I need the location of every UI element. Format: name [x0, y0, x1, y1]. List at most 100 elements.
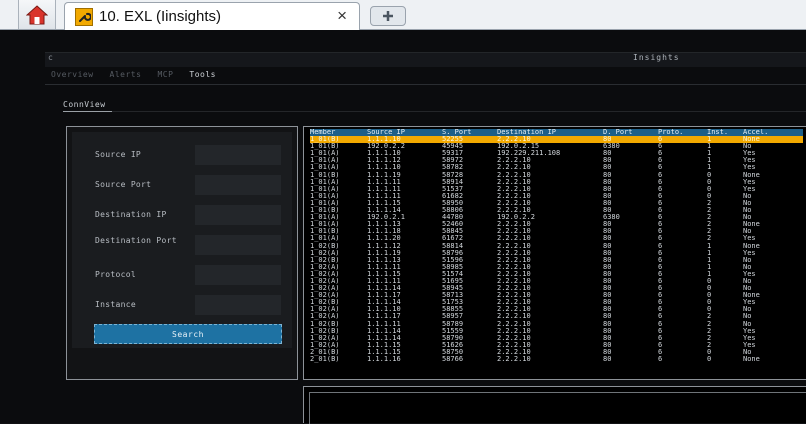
- table-cell: 2.2.2.10: [497, 221, 531, 229]
- table-cell: 192.0.2.15: [497, 143, 540, 151]
- table-cell: 2.2.2.10: [497, 185, 531, 193]
- table-row[interactable]: 1_02(A) 1.1.1.11 51695 2.2.2.10 80 6 0 No: [310, 278, 803, 285]
- table-cell: No: [743, 228, 752, 236]
- table-cell: 1.1.1.10: [367, 164, 401, 172]
- table-row[interactable]: 1_02(A) 1.1.1.19 58796 2.2.2.10 80 6 1 Yes: [310, 250, 803, 257]
- home-tab[interactable]: [18, 0, 56, 29]
- table-cell: 2.2.2.10: [497, 136, 603, 144]
- table-cell: 58750: [442, 348, 464, 356]
- table-row[interactable]: 1_01(A) 1.1.1.10 59317 192.229.211.108 80 6 1 Y…: [310, 150, 803, 157]
- table-cell: 2.2.2.10: [497, 270, 531, 278]
- close-icon[interactable]: ×: [337, 6, 347, 26]
- table-cell: 51574: [442, 270, 464, 278]
- column-header-source-port[interactable]: S. Port: [442, 129, 497, 136]
- table-cell: 51559: [442, 327, 464, 335]
- instance-input[interactable]: [195, 295, 281, 315]
- table-row[interactable]: 1_01(A) 1.1.1.11 61682 2.2.2.10 80 6 0 No: [310, 193, 803, 200]
- table-cell: 58796: [442, 249, 464, 257]
- table-cell: 2: [707, 313, 712, 321]
- table-cell: 1.1.1.17: [367, 313, 401, 321]
- table-cell: 1_02(A): [310, 313, 340, 321]
- table-cell: 61672: [442, 235, 464, 243]
- table-cell: 51626: [442, 341, 464, 349]
- table-cell: 58950: [442, 199, 464, 207]
- column-header-instance[interactable]: Inst.: [707, 129, 743, 136]
- table-row[interactable]: 2_01(B) 1.1.1.15 58750 2.2.2.10 80 6 0 No: [310, 349, 803, 356]
- table-cell: 1.1.1.15: [367, 348, 401, 356]
- table-cell: 80: [603, 171, 612, 179]
- table-row[interactable]: 1_02(A) 1.1.1.14 58945 2.2.2.10 80 6 0 No: [310, 285, 803, 292]
- table-row[interactable]: 1_02(A) 1.1.1.17 58713 2.2.2.10 80 6 0 None: [310, 292, 803, 299]
- table-cell: 1.1.1.14: [367, 207, 401, 215]
- new-tab-button[interactable]: [370, 6, 406, 26]
- active-browser-tab[interactable]: 10. EXL (Iinsights) ×: [64, 2, 360, 30]
- table-cell: Yes: [743, 299, 756, 307]
- column-header-member[interactable]: Member: [310, 129, 367, 136]
- destination-ip-label: Destination IP: [95, 210, 167, 219]
- destination-ip-input[interactable]: [195, 205, 281, 225]
- table-row[interactable]: 1_01(B) 1.1.1.18 58845 2.2.2.10 80 6 2 No: [310, 228, 803, 235]
- table-row[interactable]: 1_01(A) 1.1.1.11 58914 2.2.2.10 80 6 0 Yes: [310, 179, 803, 186]
- table-row[interactable]: 1_01(A) 1.1.1.20 61672 2.2.2.10 80 6 2 Yes: [310, 235, 803, 242]
- nav-tools[interactable]: Tools: [189, 70, 216, 82]
- column-header-destination-ip[interactable]: Destination IP: [497, 129, 603, 136]
- table-cell: No: [743, 285, 752, 293]
- table-cell: 0: [707, 185, 712, 193]
- protocol-input[interactable]: [195, 265, 281, 285]
- table-cell: 0: [707, 292, 712, 300]
- table-cell: 1_02(A): [310, 306, 340, 314]
- table-cell: 2.2.2.10: [497, 178, 531, 186]
- source-port-input[interactable]: [195, 175, 281, 195]
- table-cell: 1.1.1.20: [367, 235, 401, 243]
- column-header-acceleration[interactable]: Accel.: [743, 129, 803, 136]
- table-cell: 2.2.2.10: [497, 242, 531, 250]
- table-cell: 80: [603, 157, 612, 165]
- table-row[interactable]: 1_01(A) 1.1.1.13 52460 2.2.2.10 80 6 2 None: [310, 221, 803, 228]
- nav-overview[interactable]: Overview: [51, 70, 94, 82]
- table-row[interactable]: 1_02(B) 1.1.1.14 51559 2.2.2.10 80 6 2 Yes: [310, 328, 803, 335]
- table-cell: 6: [658, 348, 663, 356]
- nav-mcp[interactable]: MCP: [157, 70, 173, 82]
- table-row[interactable]: 1_01(A) 1.1.1.11 51537 2.2.2.10 80 6 0 Yes: [310, 186, 803, 193]
- table-cell: 1_01(B): [310, 228, 340, 236]
- table-row[interactable]: 1_01(B) 1.1.1.19 58728 2.2.2.10 80 6 0 None: [310, 172, 803, 179]
- table-cell: No: [743, 263, 752, 271]
- table-row[interactable]: 1_02(A) 1.1.1.11 58985 2.2.2.10 80 6 1 No: [310, 264, 803, 271]
- table-row[interactable]: 1_02(A) 1.1.1.17 58957 2.2.2.10 80 6 2 No: [310, 313, 803, 320]
- table-row[interactable]: 1_02(A) 1.1.1.15 51626 2.2.2.10 80 6 2 Yes: [310, 342, 803, 349]
- table-cell: 80: [603, 178, 612, 186]
- table-cell: 1_01(A): [310, 164, 340, 172]
- table-cell: 1.1.1.10: [367, 150, 401, 158]
- table-row[interactable]: 1_02(B) 1.1.1.12 58814 2.2.2.10 80 6 1 None: [310, 243, 803, 250]
- table-row[interactable]: 1_02(B) 1.1.1.11 58789 2.2.2.10 80 6 2 No: [310, 321, 803, 328]
- destination-port-input[interactable]: [195, 235, 281, 255]
- table-row[interactable]: 1_01(A) 1.1.1.12 58972 2.2.2.10 80 6 1 Yes: [310, 157, 803, 164]
- table-row[interactable]: 1_01(B) 1.1.1.14 58806 2.2.2.10 80 6 2 No: [310, 207, 803, 214]
- table-row[interactable]: 2_01(B) 1.1.1.16 58766 2.2.2.10 80 6 0 None: [310, 356, 803, 363]
- table-row[interactable]: 1_01(B) 192.0.2.2 45945 192.0.2.15 6380 6 1 No: [310, 143, 803, 150]
- table-row[interactable]: 1_02(B) 1.1.1.14 51753 2.2.2.10 80 6 0 Yes: [310, 299, 803, 306]
- source-ip-input[interactable]: [195, 145, 281, 165]
- table-row[interactable]: 1_02(A) 1.1.1.15 51574 2.2.2.10 80 6 1 Yes: [310, 271, 803, 278]
- protocol-label: Protocol: [95, 270, 136, 279]
- table-row[interactable]: 1_01(A) 192.0.2.1 44780 192.0.2.2 6380 6 2 No: [310, 214, 803, 221]
- table-row[interactable]: 1_02(B) 1.1.1.13 51596 2.2.2.10 80 6 1 No: [310, 257, 803, 264]
- table-row[interactable]: 1_02(A) 1.1.1.14 58790 2.2.2.10 80 6 2 Yes: [310, 335, 803, 342]
- table-row[interactable]: 1_01(B) 1.1.1.10 52255 2.2.2.10 80 6 1 None: [310, 136, 803, 144]
- column-header-destination-port[interactable]: D. Port: [603, 129, 658, 136]
- table-cell: 80: [603, 150, 612, 158]
- subtab-connview[interactable]: ConnView: [63, 100, 106, 109]
- table-cell: 1: [707, 143, 712, 151]
- table-cell: 0: [707, 299, 712, 307]
- table-cell: 2: [707, 221, 712, 229]
- column-header-protocol[interactable]: Proto.: [658, 129, 707, 136]
- table-cell: No: [743, 348, 752, 356]
- search-button[interactable]: Search: [94, 324, 282, 344]
- table-row[interactable]: 1_01(A) 1.1.1.10 58782 2.2.2.10 80 6 1 Yes: [310, 164, 803, 171]
- table-cell: 1.1.1.11: [367, 263, 401, 271]
- nav-alerts[interactable]: Alerts: [110, 70, 142, 82]
- table-cell: 6: [658, 199, 663, 207]
- column-header-source-ip[interactable]: Source IP: [367, 129, 442, 136]
- table-row[interactable]: 1_01(A) 1.1.1.15 58950 2.2.2.10 80 6 2 No: [310, 200, 803, 207]
- table-row[interactable]: 1_02(A) 1.1.1.10 58855 2.2.2.10 80 6 0 No: [310, 306, 803, 313]
